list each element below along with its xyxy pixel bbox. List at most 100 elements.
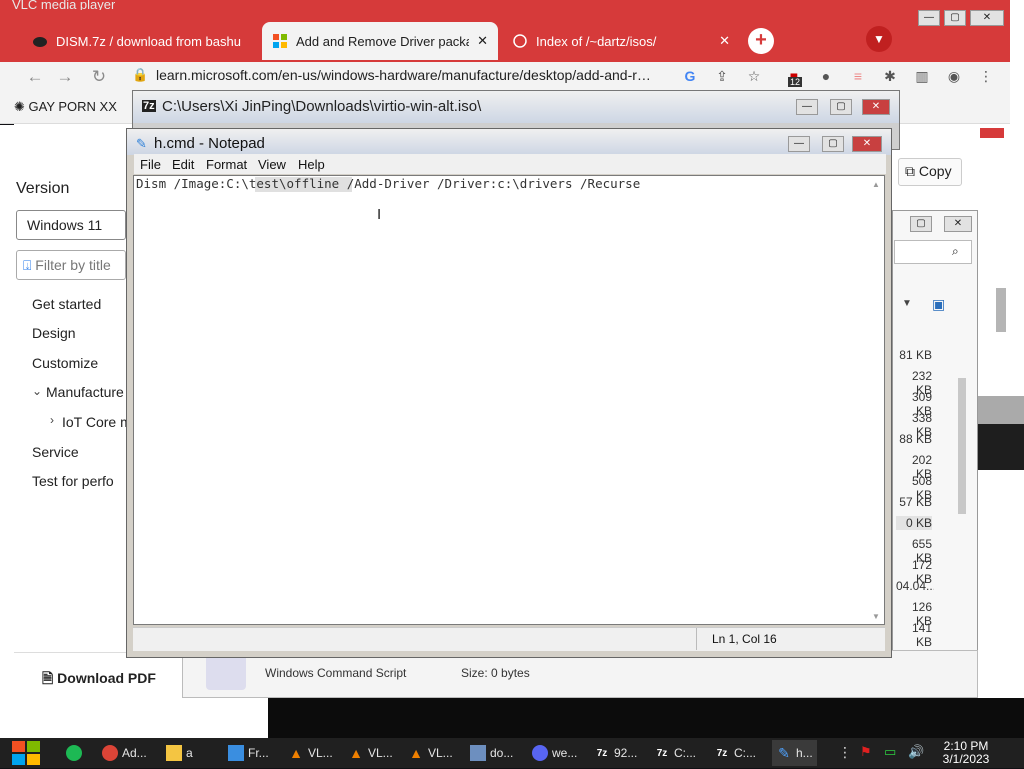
- close-tab-icon[interactable]: ✕: [719, 33, 730, 49]
- taskbar-discord[interactable]: we...: [532, 740, 577, 766]
- taskbar-freefilesync[interactable]: Fr...: [228, 740, 269, 766]
- details-filetype: Windows Command Script: [265, 666, 407, 680]
- taskbar-folder[interactable]: a: [166, 740, 193, 766]
- explorer-search-box[interactable]: [894, 240, 972, 264]
- document-viewer-icon: [470, 745, 486, 761]
- close-tab-icon[interactable]: ✕: [477, 33, 488, 49]
- download-pdf-button[interactable]: 🗎 Download PDF: [42, 668, 156, 692]
- menu-format[interactable]: Format: [206, 157, 247, 172]
- line-column-indicator: Ln 1, Col 16: [712, 632, 777, 646]
- share-icon[interactable]: ⇪: [712, 66, 732, 86]
- menu-edit[interactable]: Edit: [172, 157, 194, 172]
- maximize-button[interactable]: ▢: [944, 10, 966, 26]
- preview-pane-icon[interactable]: ▣: [932, 296, 945, 313]
- nav-iot-core[interactable]: IoT Core m: [62, 414, 126, 430]
- background-window-edge: [978, 424, 1024, 470]
- taskbar-clock[interactable]: 2:10 PM 3/1/2023: [936, 740, 996, 766]
- explorer-close-button[interactable]: ✕: [944, 216, 972, 232]
- menu-file[interactable]: File: [140, 157, 161, 172]
- nav-get-started[interactable]: Get started: [32, 296, 101, 312]
- microsoft-logo-icon: [272, 33, 288, 49]
- taskbar-label: C:...: [674, 746, 697, 760]
- address-bar[interactable]: learn.microsoft.com/en-us/windows-hardwa…: [156, 65, 672, 89]
- chevron-right-icon[interactable]: ›: [50, 413, 54, 427]
- taskbar-vlc-1[interactable]: ▲ VL...: [288, 740, 333, 766]
- puzzle-icon[interactable]: ✱: [880, 66, 900, 86]
- nav-customize[interactable]: Customize: [32, 355, 98, 371]
- tab-dism-download[interactable]: DISM.7z / download from bashu: [22, 22, 258, 60]
- network-icon[interactable]: ▭: [884, 744, 896, 760]
- tab-label: Index of /~dartz/isos/: [536, 33, 657, 49]
- dropdown-arrow-icon[interactable]: ▼: [902, 298, 912, 309]
- menu-view[interactable]: View: [258, 157, 286, 172]
- menu-kebab-icon[interactable]: ⋮: [976, 66, 996, 86]
- status-divider: [696, 628, 697, 650]
- nav-service[interactable]: Service: [32, 444, 79, 460]
- sidepanel-icon[interactable]: ▥: [912, 66, 932, 86]
- nav-design[interactable]: Design: [32, 325, 76, 341]
- folder-icon: [166, 745, 182, 761]
- explorer-maximize-button[interactable]: ▢: [910, 216, 932, 232]
- nav-manufacture[interactable]: Manufacture: [46, 384, 126, 400]
- explorer-scrollbar[interactable]: [958, 378, 966, 514]
- taskbar-notepad[interactable]: ✎ h...: [772, 740, 817, 766]
- taskbar-label: VL...: [428, 746, 453, 760]
- vlc-window-title: VLC media player: [12, 0, 116, 10]
- nav-test[interactable]: Test for perfo: [32, 473, 126, 489]
- taskbar-spotify[interactable]: [66, 740, 86, 766]
- overflow-icon[interactable]: ⋮: [838, 744, 852, 761]
- file-size-selected: 0 KB: [896, 516, 932, 530]
- scroll-up-icon[interactable]: ▲: [872, 180, 880, 189]
- taskbar-vlc-2[interactable]: ▲ VL...: [348, 740, 393, 766]
- tab-search-icon[interactable]: ▼: [866, 26, 892, 52]
- bookmark-item[interactable]: ✺ GAY PORN XX: [14, 99, 117, 115]
- version-select[interactable]: Windows 11: [16, 210, 126, 240]
- minimize-button[interactable]: —: [918, 10, 940, 26]
- google-translate-icon[interactable]: G: [680, 66, 700, 86]
- bookmark-star-icon[interactable]: ☆: [744, 66, 764, 86]
- forward-icon[interactable]: →: [54, 66, 76, 88]
- copy-button[interactable]: ⧉ Copy: [898, 158, 962, 186]
- 7zip-minimize-button[interactable]: —: [796, 99, 818, 115]
- new-tab-button[interactable]: +: [748, 28, 774, 54]
- notepad-minimize-button[interactable]: —: [788, 136, 810, 152]
- back-icon[interactable]: ←: [24, 66, 46, 88]
- taskbar-chrome[interactable]: Ad...: [102, 740, 147, 766]
- profile-icon[interactable]: ◉: [944, 66, 964, 86]
- 7zip-maximize-button[interactable]: ▢: [830, 99, 852, 115]
- avatar-extension-icon[interactable]: ●: [816, 66, 836, 86]
- scroll-down-icon[interactable]: ▼: [872, 612, 880, 621]
- page-scrollbar[interactable]: [996, 288, 1006, 332]
- reload-icon[interactable]: ↻: [88, 66, 110, 88]
- flag-extension-icon[interactable]: ≡: [848, 66, 868, 86]
- menu-help[interactable]: Help: [298, 157, 325, 172]
- details-size: Size: 0 bytes: [461, 666, 530, 680]
- taskbar-vlc-3[interactable]: ▲ VL...: [408, 740, 453, 766]
- taskbar-7zip-2[interactable]: 7z C:...: [654, 740, 696, 766]
- tab-index-isos[interactable]: Index of /~dartz/isos/ ✕: [502, 22, 740, 60]
- script-file-icon: [206, 654, 246, 690]
- close-button[interactable]: ✕: [970, 10, 1004, 26]
- notepad-content[interactable]: Dism /Image:C:\test\offline /Add-Driver …: [136, 176, 640, 191]
- notepad-icon: ✎: [778, 744, 790, 761]
- notepad-maximize-button[interactable]: ▢: [822, 136, 844, 152]
- notepad-close-button[interactable]: ✕: [852, 136, 882, 152]
- 7zip-icon: 7z: [596, 747, 608, 759]
- tab-add-remove-driver[interactable]: Add and Remove Driver packag ✕: [262, 22, 498, 60]
- chevron-down-icon[interactable]: ⌄: [32, 384, 42, 398]
- notepad-text-area[interactable]: [133, 175, 885, 625]
- search-icon[interactable]: ⌕: [952, 244, 959, 259]
- 7zip-close-button[interactable]: ✕: [862, 99, 890, 115]
- taskbar-document[interactable]: do...: [470, 740, 513, 766]
- volume-icon[interactable]: 🔊: [908, 744, 924, 760]
- flag-icon[interactable]: ⚑: [860, 744, 872, 760]
- vlc-cone-icon: ▲: [349, 745, 363, 761]
- taskbar-label: a: [186, 746, 193, 760]
- start-button[interactable]: [8, 740, 44, 766]
- taskbar-7zip-3[interactable]: 7z C:...: [714, 740, 756, 766]
- filter-input[interactable]: ⍗ Filter by title: [16, 250, 126, 280]
- extension-badge: 12: [788, 77, 803, 87]
- taskbar-7zip-1[interactable]: 7z 92...: [594, 740, 638, 766]
- version-heading: Version: [16, 180, 70, 197]
- lock-icon[interactable]: 🔒: [132, 67, 148, 83]
